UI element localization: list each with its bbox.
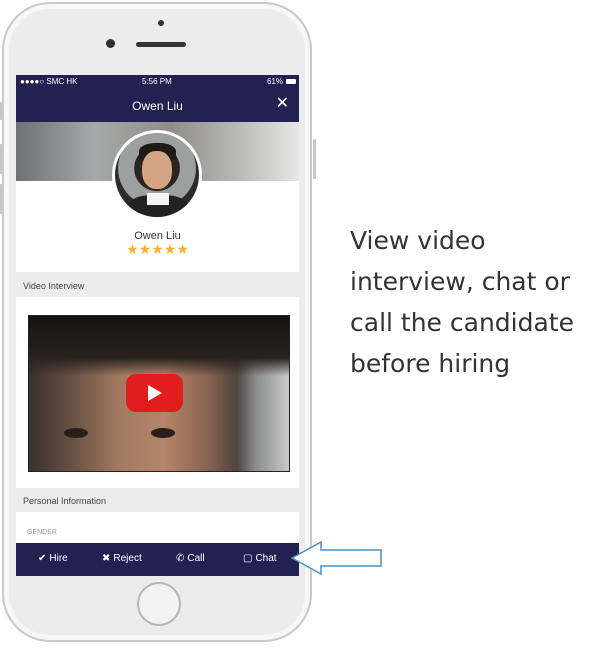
avatar-face xyxy=(142,151,172,189)
video-frame-eye xyxy=(64,428,88,438)
home-button[interactable] xyxy=(137,582,181,626)
reject-label: Reject xyxy=(113,553,142,564)
video-player[interactable] xyxy=(28,315,290,472)
pointer-arrow-icon xyxy=(290,540,382,576)
section-personal-information: Personal Information xyxy=(16,488,299,512)
volume-down-button xyxy=(0,184,3,214)
call-button[interactable]: ✆ Call xyxy=(176,553,205,564)
power-button xyxy=(313,139,316,179)
avatar-collar xyxy=(147,193,169,205)
sensor-dot xyxy=(158,20,164,26)
hire-button[interactable]: ✔ Hire xyxy=(38,553,68,564)
section-video-interview: Video Interview xyxy=(16,273,299,297)
chat-icon: ▢ xyxy=(243,553,253,564)
phone-icon: ✆ xyxy=(176,553,185,564)
arrow-shape xyxy=(290,540,382,576)
video-frame-eye xyxy=(151,428,175,438)
mute-switch xyxy=(0,102,3,120)
check-circle-icon: ✔ xyxy=(38,553,47,564)
status-bar: ●●●●○ SMC HK 5:56 PM 61% xyxy=(16,75,299,89)
hire-label: Hire xyxy=(49,553,68,564)
rating-stars: ★★★★★ xyxy=(126,241,189,257)
call-label: Call xyxy=(187,553,205,564)
close-icon[interactable]: ✕ xyxy=(276,96,289,112)
action-bar: ✔ Hire ✖ Reject ✆ Call ▢ Chat xyxy=(16,543,299,576)
section-title: Video Interview xyxy=(23,281,85,291)
chat-button[interactable]: ▢ Chat xyxy=(243,553,277,564)
front-camera xyxy=(106,39,115,48)
carrier-label: ●●●●○ SMC HK xyxy=(20,77,78,86)
play-icon xyxy=(148,385,162,401)
caption-text: View video interview, chat or call the c… xyxy=(350,226,574,378)
battery-icon xyxy=(286,79,296,84)
phone-screen: ●●●●○ SMC HK 5:56 PM 61% Owen Liu ✕ Owen… xyxy=(16,75,299,576)
play-button[interactable] xyxy=(126,374,183,412)
page-title: Owen Liu xyxy=(132,99,183,113)
avatar xyxy=(112,130,202,220)
section-title: Personal Information xyxy=(23,496,107,506)
chat-label: Chat xyxy=(255,553,277,564)
status-time: 5:56 PM xyxy=(142,77,172,86)
battery-percent: 61% xyxy=(266,77,283,86)
volume-up-button xyxy=(0,144,3,174)
video-frame-hair xyxy=(29,316,289,376)
nav-bar: Owen Liu ✕ xyxy=(16,89,299,122)
reject-button[interactable]: ✖ Reject xyxy=(102,553,142,564)
video-card xyxy=(16,297,299,488)
earpiece-speaker xyxy=(136,42,186,47)
gender-label: GENDER xyxy=(27,529,57,536)
x-circle-icon: ✖ xyxy=(102,553,111,564)
